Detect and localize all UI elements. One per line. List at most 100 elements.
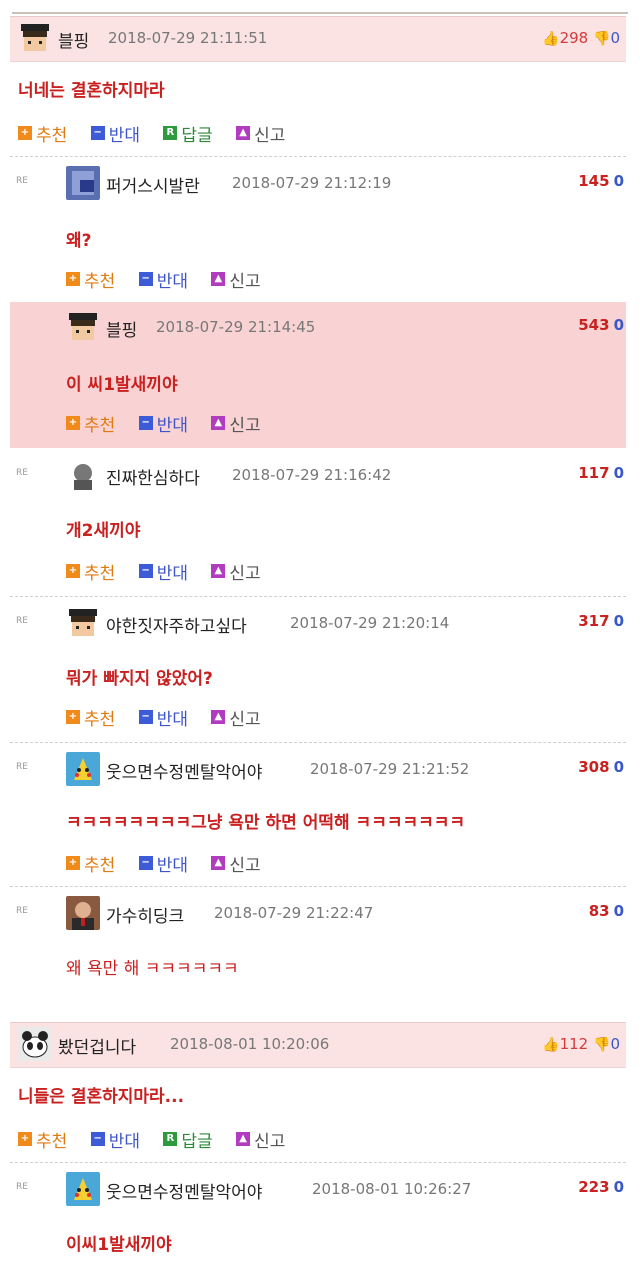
reply-item: RE 퍼거스시발란 2018-07-29 21:12:19 145 0 왜? + 추…	[10, 158, 626, 302]
comment-actions: + 추천 − 반대 R 답글 ▲ 신고	[18, 1126, 303, 1152]
recommend-button[interactable]: + 추천	[66, 851, 115, 876]
recommend-button[interactable]: + 추천	[66, 411, 115, 436]
author-name[interactable]: 블핑	[106, 316, 137, 341]
vote-counts: 👍298 👎0	[542, 29, 620, 47]
siren-icon: ▲	[211, 564, 226, 578]
divider	[10, 156, 626, 157]
report-button[interactable]: ▲ 신고	[211, 267, 261, 292]
thumbs-down-icon[interactable]: 👎	[593, 31, 610, 47]
vote-counts: 145 0	[578, 172, 624, 190]
thumbs-up-icon[interactable]: 👍	[542, 1037, 559, 1053]
author-name[interactable]: 가수히딩크	[106, 902, 184, 927]
minus-icon: −	[138, 710, 153, 724]
author-name[interactable]: 블핑	[58, 27, 89, 52]
comment-actions: + 추천 − 반대 R 답글 ▲ 신고	[18, 120, 303, 146]
oppose-button[interactable]: − 반대	[138, 705, 188, 730]
plus-icon: +	[66, 710, 80, 724]
avatar[interactable]	[66, 166, 100, 200]
comment-body: 이씨1발새끼야	[66, 1235, 172, 1255]
author-name[interactable]: 웃으면수정멘탈악어야	[106, 758, 262, 783]
avatar[interactable]	[66, 458, 100, 492]
vote-counts: 👍112 👎0	[542, 1035, 620, 1053]
comment-body: 왜 욕만 해 ㅋㅋㅋㅋㅋㅋ	[66, 959, 239, 979]
author-name[interactable]: 진짜한심하다	[106, 464, 200, 489]
comment-body: 니들은 결혼하지마라...	[18, 1087, 185, 1107]
recommend-button[interactable]: + 추천	[18, 121, 67, 146]
upvote-count: 298	[559, 29, 589, 47]
avatar[interactable]	[66, 606, 100, 640]
siren-icon: ▲	[236, 126, 251, 140]
oppose-button[interactable]: − 반대	[90, 1127, 140, 1152]
report-button[interactable]: ▲ 신고	[211, 851, 261, 876]
avatar[interactable]	[18, 21, 52, 55]
downvote-count: 0	[610, 29, 620, 47]
minus-icon: −	[138, 416, 153, 430]
avatar[interactable]	[66, 1172, 100, 1206]
report-button[interactable]: ▲ 신고	[211, 411, 261, 436]
reply-item: RE 야한짓자주하고싶다 2018-07-29 21:20:14 317 0 뭐가…	[10, 598, 626, 742]
author-name[interactable]: 봤던겁니다	[58, 1033, 136, 1058]
plus-icon: +	[66, 856, 80, 870]
comment-body: 왜?	[66, 231, 92, 251]
recommend-button[interactable]: + 추천	[66, 559, 115, 584]
author-name[interactable]: 야한짓자주하고싶다	[106, 612, 247, 637]
thumbs-up-icon[interactable]: 👍	[542, 31, 559, 47]
divider	[10, 742, 626, 743]
avatar[interactable]	[66, 752, 100, 786]
recommend-button[interactable]: + 추천	[66, 267, 115, 292]
author-name[interactable]: 웃으면수정멘탈악어야	[106, 1178, 262, 1203]
comment-date: 2018-07-29 21:14:45	[156, 318, 316, 336]
reply-icon: R	[163, 126, 178, 140]
oppose-button[interactable]: − 반대	[138, 411, 188, 436]
comment-date: 2018-08-01 10:26:27	[312, 1180, 472, 1198]
reply-arrow-icon: RE	[16, 762, 28, 772]
comment-body: ㅋㅋㅋㅋㅋㅋㅋㅋ그냥 욕만 하면 어떡해 ㅋㅋㅋㅋㅋㅋㅋ	[66, 813, 466, 833]
reply-arrow-icon: RE	[16, 176, 28, 186]
comment-date: 2018-07-29 21:11:51	[108, 29, 268, 47]
plus-icon: +	[66, 416, 80, 430]
recommend-button[interactable]: + 추천	[66, 705, 115, 730]
reply-item: RE 진짜한심하다 2018-07-29 21:16:42 117 0 개2새끼야…	[10, 450, 626, 594]
oppose-button[interactable]: − 반대	[138, 851, 188, 876]
upvote-count: 112	[559, 1035, 589, 1053]
report-button[interactable]: ▲ 신고	[236, 1127, 285, 1152]
author-name[interactable]: 퍼거스시발란	[106, 172, 200, 197]
reply-item: RE 가수히딩크 2018-07-29 21:22:47 83 0 왜 욕만 해 …	[10, 888, 626, 988]
vote-counts: 317 0	[578, 612, 624, 630]
top-divider	[0, 0, 640, 14]
report-button[interactable]: ▲ 신고	[236, 121, 285, 146]
reply-item: RE 웃으면수정멘탈악어야 2018-08-01 10:26:27 223 0 이…	[10, 1164, 626, 1280]
plus-icon: +	[18, 126, 32, 140]
vote-counts: 117 0	[578, 464, 624, 482]
comment-body: 뭐가 빠지지 않았어?	[66, 669, 213, 689]
recommend-button[interactable]: + 추천	[18, 1127, 67, 1152]
avatar[interactable]	[66, 896, 100, 930]
plus-icon: +	[66, 272, 80, 286]
reply-button[interactable]: R 답글	[163, 1127, 213, 1152]
comment-page: 블핑 2018-07-29 21:11:51 👍298 👎0 너네는 결혼하지마…	[0, 0, 640, 1280]
plus-icon: +	[66, 564, 80, 578]
divider	[10, 1162, 626, 1163]
comment-header: 봤던겁니다 2018-08-01 10:20:06 👍112 👎0	[10, 1022, 626, 1068]
comment-date: 2018-07-29 21:20:14	[290, 614, 450, 632]
comment-header: 블핑 2018-07-29 21:11:51 👍298 👎0	[10, 16, 626, 62]
thumbs-down-icon[interactable]: 👎	[593, 1037, 610, 1053]
reply-button[interactable]: R 답글	[163, 121, 213, 146]
comment-actions: + 추천 − 반대 ▲ 신고	[66, 704, 279, 730]
oppose-button[interactable]: − 반대	[138, 559, 188, 584]
avatar[interactable]	[18, 1027, 52, 1061]
minus-icon: −	[90, 1132, 105, 1146]
minus-icon: −	[138, 564, 153, 578]
reply-arrow-icon: RE	[16, 1182, 28, 1192]
comment-date: 2018-07-29 21:22:47	[214, 904, 374, 922]
report-button[interactable]: ▲ 신고	[211, 705, 261, 730]
comment-actions: + 추천 − 반대 ▲ 신고	[66, 410, 279, 436]
comment-actions: + 추천 − 반대 ▲ 신고	[66, 850, 279, 876]
plus-icon: +	[18, 1132, 32, 1146]
report-button[interactable]: ▲ 신고	[211, 559, 261, 584]
vote-counts: 223 0	[578, 1178, 624, 1196]
reply-arrow-icon: RE	[16, 906, 28, 916]
oppose-button[interactable]: − 반대	[90, 121, 140, 146]
oppose-button[interactable]: − 반대	[138, 267, 188, 292]
avatar[interactable]	[66, 310, 100, 344]
